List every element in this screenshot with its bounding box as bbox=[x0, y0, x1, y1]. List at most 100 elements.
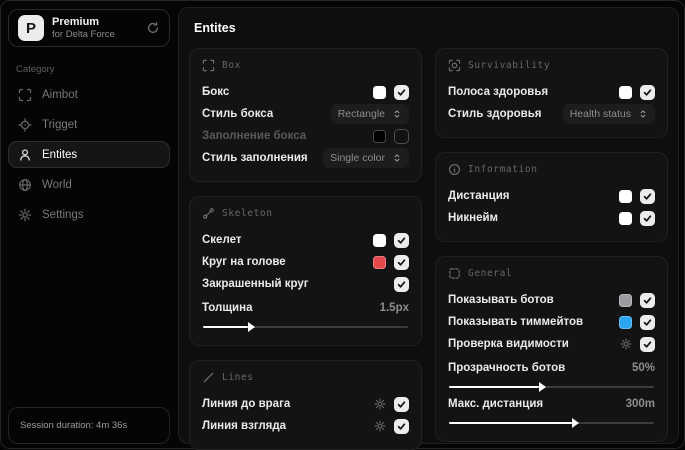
unfold-icon bbox=[392, 109, 402, 119]
setting-label: Скелет bbox=[202, 234, 242, 246]
box-style-dropdown[interactable]: Rectangle bbox=[330, 104, 409, 124]
aimbot-icon bbox=[18, 88, 32, 102]
sidebar-item-settings[interactable]: Settings bbox=[8, 201, 170, 228]
sidebar-item-aimbot[interactable]: Aimbot bbox=[8, 81, 170, 108]
color-swatch[interactable] bbox=[619, 293, 632, 307]
thickness-slider[interactable] bbox=[203, 322, 408, 332]
color-swatch[interactable] bbox=[373, 255, 386, 269]
panel-title: General bbox=[468, 268, 513, 279]
setting-row: Полоса здоровья bbox=[448, 81, 655, 103]
slider-fill bbox=[449, 382, 547, 392]
setting-row: Проверка видимости bbox=[448, 333, 655, 355]
setting-label: Бокс bbox=[202, 86, 230, 98]
slider-fill bbox=[449, 418, 579, 428]
setting-label: Прозрачность ботов bbox=[448, 362, 566, 374]
information-icon bbox=[448, 163, 461, 176]
setting-row: Прозрачность ботов 50% bbox=[448, 357, 655, 379]
page-title: Entites bbox=[194, 21, 236, 35]
setting-label: Стиль бокса bbox=[202, 108, 274, 120]
sidebar-nav: Aimbot Trigget Entites World Settings bbox=[8, 81, 170, 228]
session-duration-label: Session duration: 4m 36s bbox=[20, 420, 128, 431]
color-swatch[interactable] bbox=[373, 85, 386, 99]
sidebar-item-entites[interactable]: Entites bbox=[8, 141, 170, 168]
color-swatch[interactable] bbox=[373, 233, 386, 247]
checkbox[interactable] bbox=[640, 84, 655, 100]
setting-label: Никнейм bbox=[448, 212, 499, 224]
color-swatch[interactable] bbox=[619, 211, 632, 225]
dropdown-value: Health status bbox=[569, 108, 631, 120]
survivability-panel: Survivability Полоса здоровья Стиль здор… bbox=[435, 48, 668, 138]
checkbox[interactable] bbox=[394, 396, 409, 412]
color-swatch[interactable] bbox=[619, 189, 632, 203]
setting-row: Бокс bbox=[202, 81, 409, 103]
color-swatch[interactable] bbox=[373, 129, 386, 143]
color-swatch[interactable] bbox=[619, 85, 632, 99]
lines-panel: Lines Линия до врага Линия взгляда bbox=[189, 360, 422, 450]
config-gear-icon[interactable] bbox=[374, 420, 386, 432]
world-icon bbox=[18, 178, 32, 192]
config-gear-icon[interactable] bbox=[374, 398, 386, 410]
setting-row: Стиль заполнения Single color bbox=[202, 147, 409, 169]
slider-fill bbox=[203, 322, 256, 332]
information-panel: Information Дистанция Никнейм bbox=[435, 152, 668, 242]
panel-title: Lines bbox=[222, 372, 254, 383]
setting-label: Макс. дистанция bbox=[448, 398, 544, 410]
checkbox[interactable] bbox=[640, 292, 655, 308]
checkbox[interactable] bbox=[640, 188, 655, 204]
setting-row: Линия до врага bbox=[202, 393, 409, 415]
config-gear-icon[interactable] bbox=[620, 338, 632, 350]
box-panel: Box Бокс Стиль бокса Rectangle Заполнени… bbox=[189, 48, 422, 182]
panel-title: Box bbox=[222, 60, 241, 71]
setting-row: Заполнение бокса bbox=[202, 125, 409, 147]
box-icon bbox=[202, 59, 215, 72]
sidebar: P Premium for Delta Force Category Aimbo… bbox=[1, 1, 177, 450]
dropdown-value: Rectangle bbox=[337, 108, 385, 120]
checkbox[interactable] bbox=[394, 128, 409, 144]
slider-value: 1.5px bbox=[379, 302, 409, 314]
setting-label: Дистанция bbox=[448, 190, 510, 202]
panel-title: Skeleton bbox=[222, 208, 273, 219]
main-content: Entites Box Бокс Стиль бокса Rectangle З… bbox=[178, 7, 679, 450]
checkbox[interactable] bbox=[394, 84, 409, 100]
setting-row: Закрашенный круг bbox=[202, 273, 409, 295]
sidebar-item-world[interactable]: World bbox=[8, 171, 170, 198]
checkbox[interactable] bbox=[394, 276, 409, 292]
dropdown-value: Single color bbox=[330, 152, 385, 164]
session-duration: Session duration: 4m 36s bbox=[8, 407, 170, 444]
setting-label: Стиль здоровья bbox=[448, 108, 542, 120]
checkbox[interactable] bbox=[394, 254, 409, 270]
refresh-icon[interactable] bbox=[146, 21, 160, 35]
general-panel: General Показывать ботов Показывать тимм… bbox=[435, 256, 668, 442]
checkbox[interactable] bbox=[640, 336, 655, 352]
general-grid-icon bbox=[448, 267, 461, 280]
unfold-icon bbox=[638, 109, 648, 119]
checkbox[interactable] bbox=[640, 314, 655, 330]
setting-row: Толщина 1.5px bbox=[202, 297, 409, 319]
checkbox[interactable] bbox=[394, 232, 409, 248]
sidebar-item-label: Aimbot bbox=[42, 88, 78, 101]
fill-style-dropdown[interactable]: Single color bbox=[323, 148, 409, 168]
slider-value: 50% bbox=[631, 362, 655, 374]
sidebar-item-label: World bbox=[42, 178, 72, 191]
health-style-dropdown[interactable]: Health status bbox=[562, 104, 655, 124]
checkbox[interactable] bbox=[640, 210, 655, 226]
bot-opacity-slider[interactable] bbox=[449, 382, 654, 392]
setting-label: Толщина bbox=[202, 302, 253, 314]
app-name: Premium bbox=[52, 16, 100, 28]
skeleton-panel: Skeleton Скелет Круг на голове Закрашенн… bbox=[189, 196, 422, 346]
skeleton-bone-icon bbox=[202, 207, 215, 220]
setting-row: Круг на голове bbox=[202, 251, 409, 273]
setting-label: Показывать тиммейтов bbox=[448, 316, 584, 328]
setting-row: Показывать тиммейтов bbox=[448, 311, 655, 333]
category-label: Category bbox=[16, 64, 55, 75]
app-logo: P bbox=[18, 15, 44, 41]
sidebar-item-label: Settings bbox=[42, 208, 84, 221]
setting-row: Макс. дистанция 300m bbox=[448, 393, 655, 415]
setting-label: Круг на голове bbox=[202, 256, 286, 268]
setting-row: Скелет bbox=[202, 229, 409, 251]
checkbox[interactable] bbox=[394, 418, 409, 434]
setting-label: Линия до врага bbox=[202, 398, 291, 410]
max-distance-slider[interactable] bbox=[449, 418, 654, 428]
sidebar-item-trigget[interactable]: Trigget bbox=[8, 111, 170, 138]
color-swatch[interactable] bbox=[619, 315, 632, 329]
